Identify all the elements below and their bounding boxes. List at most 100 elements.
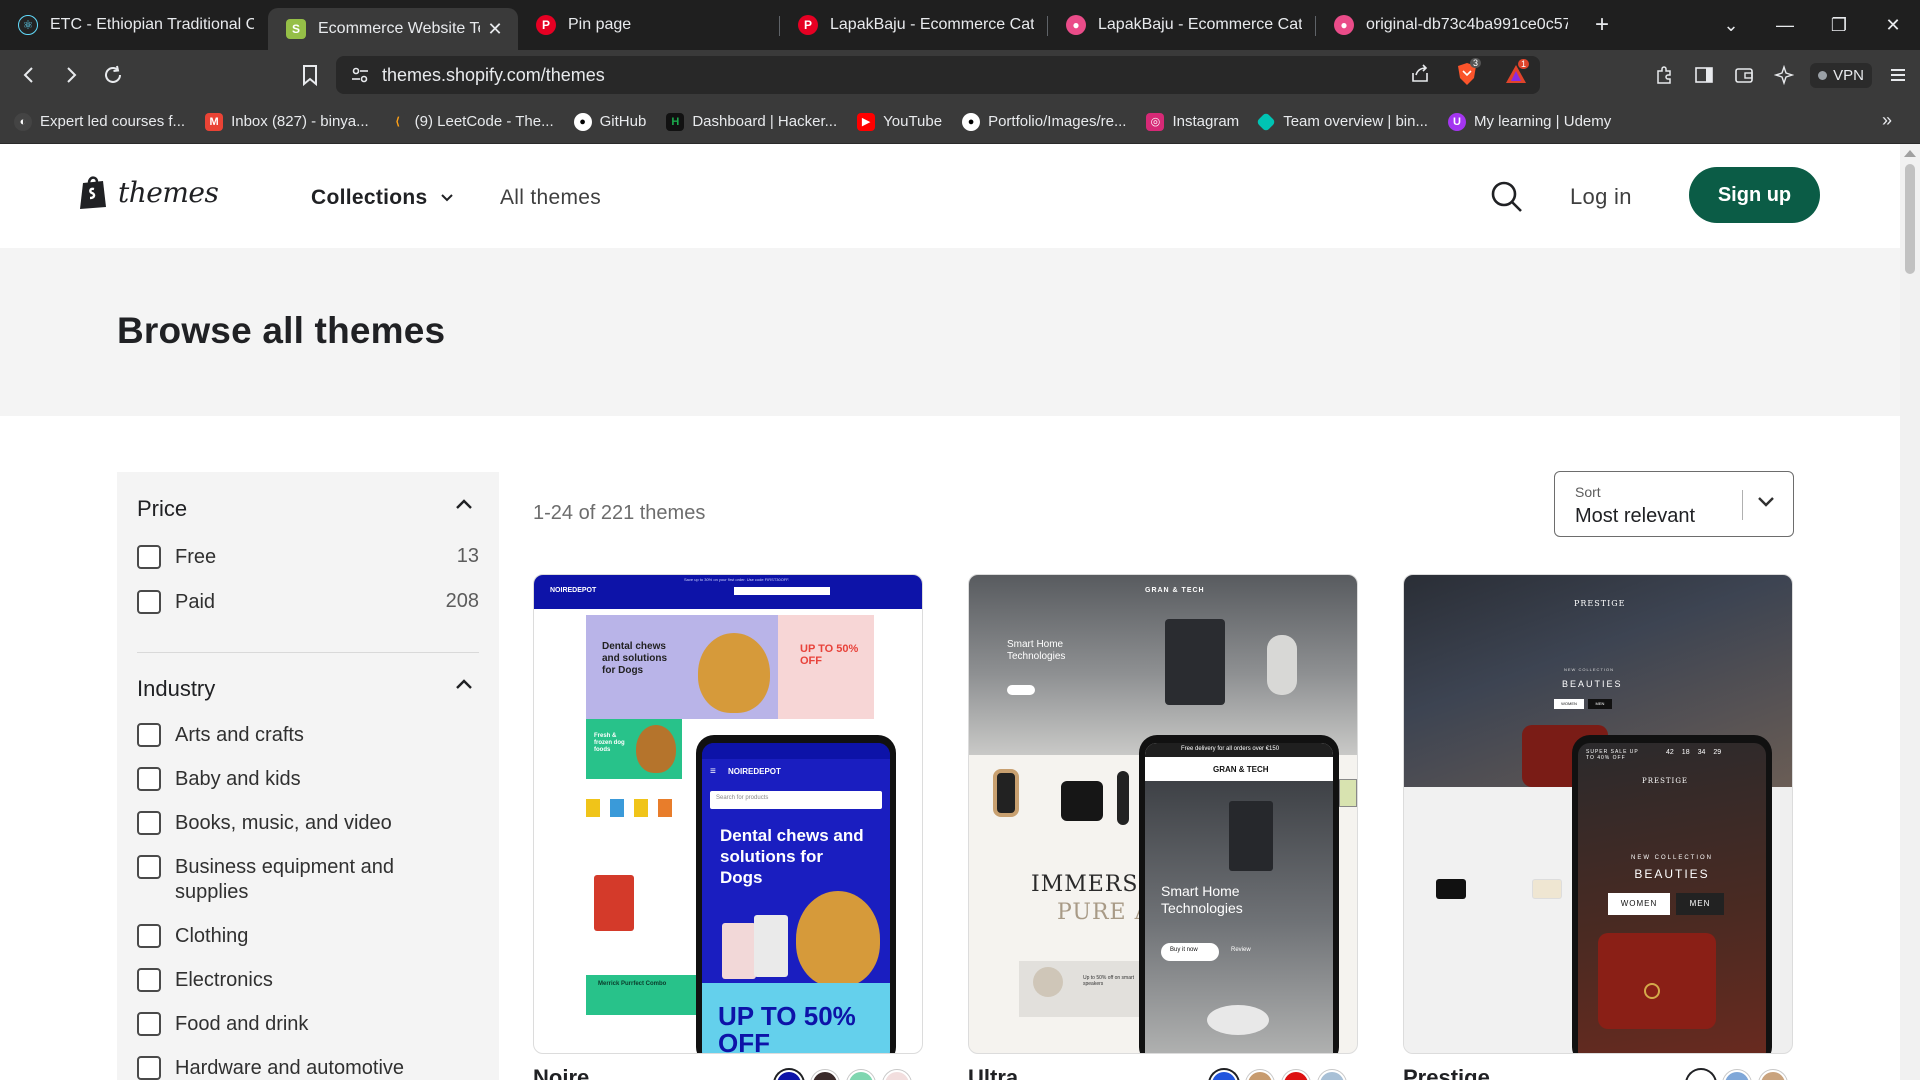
- login-link[interactable]: Log in: [1570, 184, 1632, 210]
- shopify-themes-logo[interactable]: themes: [78, 174, 219, 210]
- forward-icon[interactable]: [52, 56, 90, 94]
- color-swatch[interactable]: [1210, 1070, 1238, 1080]
- checkbox[interactable]: [137, 924, 161, 948]
- chevron-up-icon[interactable]: [455, 498, 473, 510]
- checkbox[interactable]: [137, 855, 161, 879]
- search-icon[interactable]: [1490, 180, 1524, 219]
- bookmark-item[interactable]: ● GitHub: [573, 112, 646, 131]
- color-swatch[interactable]: [1282, 1070, 1310, 1080]
- leo-ai-icon[interactable]: [1770, 61, 1798, 89]
- tab-title: Ecommerce Website Templ: [318, 20, 480, 37]
- filter-option-paid[interactable]: Paid 208: [137, 590, 479, 615]
- bookmark-item[interactable]: M Inbox (827) - binya...: [205, 112, 369, 131]
- wallet-icon[interactable]: [1730, 61, 1758, 89]
- filter-option-industry[interactable]: Electronics: [137, 968, 479, 993]
- checkbox[interactable]: [137, 545, 161, 569]
- browser-tab[interactable]: ⚛ ETC - Ethiopian Traditional Craft: [0, 0, 268, 50]
- address-bar[interactable]: themes.shopify.com/themes 3 1: [336, 56, 1540, 94]
- scrollbar-thumb[interactable]: [1905, 164, 1915, 274]
- bookmark-item[interactable]: ◎ Instagram: [1146, 112, 1239, 131]
- vpn-button[interactable]: VPN: [1810, 62, 1872, 88]
- bookmark-item[interactable]: ▶ YouTube: [857, 112, 942, 131]
- filter-divider: [137, 652, 479, 653]
- nav-collections[interactable]: Collections: [311, 186, 454, 210]
- menu-icon[interactable]: [1884, 61, 1912, 89]
- close-tab-icon[interactable]: ✕: [486, 20, 504, 38]
- signup-button[interactable]: Sign up: [1689, 167, 1820, 223]
- close-window-icon[interactable]: ✕: [1866, 15, 1920, 36]
- github-icon: ●: [573, 112, 592, 131]
- browser-tab[interactable]: ● original-db73c4ba991ce0c5765: [1316, 0, 1582, 50]
- bookmark-item[interactable]: ⟨ (9) LeetCode - The...: [388, 112, 554, 131]
- sidebar-icon[interactable]: [1690, 61, 1718, 89]
- color-swatch[interactable]: [811, 1070, 839, 1080]
- site-settings-icon[interactable]: [350, 65, 370, 90]
- dog-illustration: [796, 891, 880, 987]
- restore-icon[interactable]: ❐: [1812, 15, 1866, 36]
- theme-card-ultra[interactable]: GRAN & TECH Smart Home Technologies IMME…: [968, 574, 1358, 1054]
- theme-name[interactable]: Ultra: [968, 1065, 1018, 1080]
- rewards-icon[interactable]: 1: [1504, 59, 1530, 90]
- filter-option-industry[interactable]: Books, music, and video: [137, 811, 479, 836]
- checkbox[interactable]: [137, 1056, 161, 1080]
- minimize-icon[interactable]: —: [1758, 15, 1812, 36]
- color-swatch[interactable]: [1246, 1070, 1274, 1080]
- share-icon[interactable]: [1410, 64, 1430, 89]
- bookmark-item[interactable]: U My learning | Udemy: [1447, 112, 1611, 131]
- color-swatch[interactable]: [1759, 1070, 1787, 1080]
- new-tab-icon[interactable]: +: [1582, 11, 1622, 39]
- browser-tab-active[interactable]: S Ecommerce Website Templ ✕: [268, 8, 518, 50]
- phone-mockup: Free delivery for all orders over €150 G…: [1139, 735, 1339, 1053]
- sort-value: Most relevant: [1575, 505, 1696, 527]
- checkbox[interactable]: [137, 767, 161, 791]
- industry-filter-heading[interactable]: Industry: [137, 676, 215, 702]
- checkbox[interactable]: [137, 968, 161, 992]
- checkbox[interactable]: [137, 811, 161, 835]
- theme-card-prestige[interactable]: PRESTIGE NEW COLLECTION BEAUTIES WOMEN M…: [1403, 574, 1793, 1054]
- tab-search-icon[interactable]: ⌄: [1704, 15, 1758, 36]
- checkbox[interactable]: [137, 723, 161, 747]
- theme-name[interactable]: Prestige: [1403, 1065, 1490, 1080]
- price-filter-heading[interactable]: Price: [137, 496, 187, 522]
- color-swatch[interactable]: [1723, 1070, 1751, 1080]
- color-swatch[interactable]: [775, 1070, 803, 1080]
- phone-screen: Free delivery for all orders over €150 G…: [1145, 743, 1333, 1053]
- filter-option-free[interactable]: Free 13: [137, 545, 479, 570]
- bookmarks-overflow-icon[interactable]: »: [1882, 110, 1892, 131]
- extensions-icon[interactable]: [1650, 61, 1678, 89]
- filter-option-industry[interactable]: Food and drink: [137, 1012, 479, 1037]
- color-swatch[interactable]: [1687, 1070, 1715, 1080]
- bookmark-item[interactable]: ● Portfolio/Images/re...: [962, 112, 1126, 131]
- filter-option-industry[interactable]: Baby and kids: [137, 767, 479, 792]
- back-icon[interactable]: [10, 56, 48, 94]
- scroll-up-icon[interactable]: [1904, 150, 1916, 157]
- countdown: 42 18 34 29: [1666, 749, 1722, 756]
- bookmark-item[interactable]: H Dashboard | Hacker...: [666, 112, 837, 131]
- filter-option-industry[interactable]: Arts and crafts: [137, 723, 479, 748]
- browser-tab[interactable]: ● LapakBaju - Ecommerce Catalo: [1048, 0, 1316, 50]
- filter-option-industry[interactable]: Hardware and automotive: [137, 1056, 479, 1080]
- color-swatch[interactable]: [847, 1070, 875, 1080]
- brave-shield-icon[interactable]: 3: [1456, 58, 1482, 91]
- color-swatch[interactable]: [883, 1070, 911, 1080]
- checkbox[interactable]: [137, 590, 161, 614]
- bookmark-item[interactable]: Team overview | bin...: [1256, 111, 1428, 132]
- reload-icon[interactable]: [94, 56, 132, 94]
- chevron-up-icon[interactable]: [455, 678, 473, 690]
- bookmark-icon[interactable]: [291, 56, 329, 94]
- checkbox[interactable]: [137, 1012, 161, 1036]
- browser-tab[interactable]: P LapakBaju - Ecommerce Catalo: [780, 0, 1048, 50]
- filter-option-industry[interactable]: Business equipment and supplies: [137, 855, 479, 905]
- theme-card-noire[interactable]: NOIREDEPOT Save up to 30% on your first …: [533, 574, 923, 1054]
- bookmark-item[interactable]: ◐ Expert led courses f...: [14, 112, 185, 131]
- color-swatch[interactable]: [1318, 1070, 1346, 1080]
- github-icon: ●: [962, 112, 981, 131]
- phone-screen: ≡ NOIREDEPOT Search for products Dental …: [702, 743, 890, 1053]
- browser-tab[interactable]: P Pin page: [518, 0, 780, 50]
- nav-all-themes[interactable]: All themes: [500, 186, 601, 210]
- filter-option-industry[interactable]: Clothing: [137, 924, 479, 949]
- page-scrollbar[interactable]: [1900, 144, 1920, 1080]
- theme-name[interactable]: Noire: [533, 1065, 589, 1080]
- rewards-badge: 1: [1518, 59, 1530, 69]
- sort-select[interactable]: Sort Most relevant: [1554, 471, 1794, 537]
